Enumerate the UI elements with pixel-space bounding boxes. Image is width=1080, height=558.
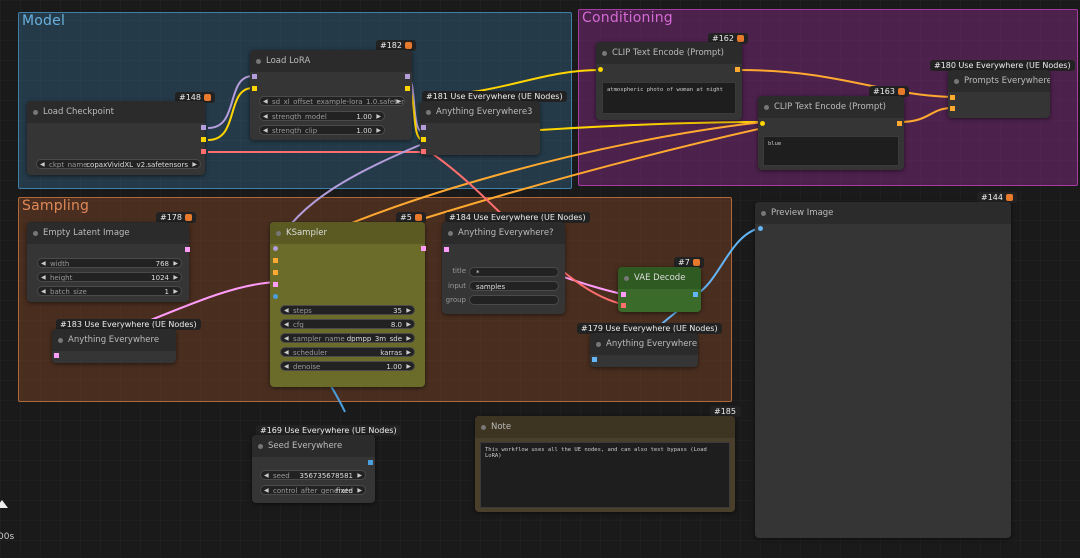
fox-icon <box>203 94 211 101</box>
node-clip-text-encode-1[interactable]: CLIP Text Encode (Prompt) atmospheric ph… <box>596 42 742 120</box>
node-anything-everywhere-question[interactable]: Anything Everywhere? title * input sampl… <box>442 222 565 314</box>
port-clip[interactable] <box>201 137 206 142</box>
port-clip-in[interactable] <box>598 67 603 72</box>
port-positive-in[interactable] <box>273 258 278 263</box>
node-title: Anything Everywhere? <box>442 222 565 244</box>
group-title-model: Model <box>22 13 66 29</box>
port-vae[interactable] <box>201 149 206 154</box>
cfg-widget[interactable]: ◀ cfg 8.0 ▶ <box>280 319 415 329</box>
input-label: input <box>447 282 466 290</box>
node-title: CLIP Text Encode (Prompt) <box>596 42 742 64</box>
port-anything-in-3[interactable] <box>421 149 426 154</box>
width-widget[interactable]: ◀ width 768 ▶ <box>37 258 182 268</box>
node-title: Prompts Everywhere <box>948 70 1050 92</box>
port-samples-in[interactable] <box>621 292 626 297</box>
port-clip-in[interactable] <box>252 86 257 91</box>
port-positive-in[interactable] <box>950 95 955 100</box>
steps-widget[interactable]: ◀ steps 35 ▶ <box>280 305 415 315</box>
port-negative-in[interactable] <box>950 106 955 111</box>
node-title: Seed Everywhere <box>252 435 375 457</box>
node-clip-text-encode-2[interactable]: CLIP Text Encode (Prompt) blue <box>758 96 904 170</box>
title-label: title <box>452 267 466 275</box>
port-seed-in[interactable] <box>273 294 278 299</box>
group-field[interactable] <box>469 295 559 305</box>
batch-size-widget[interactable]: ◀ batch_size 1 ▶ <box>37 286 182 296</box>
title-field[interactable]: * <box>469 267 559 277</box>
port-anything-in[interactable] <box>592 357 597 362</box>
group-title-sampling: Sampling <box>22 198 90 214</box>
note-textarea[interactable]: This workflow uses all the UE nodes, and… <box>480 442 730 508</box>
group-label: group <box>445 296 466 304</box>
node-vae-decode[interactable]: VAE Decode <box>618 267 701 312</box>
port-image-out[interactable] <box>693 292 698 297</box>
prompt-textarea[interactable]: atmospheric photo of woman at night <box>602 82 736 114</box>
fox-icon <box>414 214 422 221</box>
fox-icon <box>404 42 412 49</box>
seed-widget[interactable]: ◀ seed 356735678581 ▶ <box>260 470 366 480</box>
denoise-widget[interactable]: ◀ denoise 1.00 ▶ <box>280 361 415 371</box>
fox-icon <box>184 214 192 221</box>
height-widget[interactable]: ◀ height 1024 ▶ <box>37 272 182 282</box>
port-latent-out[interactable] <box>421 246 426 251</box>
node-title: Note <box>475 416 735 438</box>
node-title: Preview Image <box>755 202 1011 224</box>
node-anything-everywhere-179[interactable]: Anything Everywhere <box>590 333 698 367</box>
fox-icon <box>692 259 700 266</box>
strength-clip-widget[interactable]: ◀ strength_clip 1.00 ▶ <box>259 125 385 135</box>
strength-model-widget[interactable]: ◀ strength_model 1.00 ▶ <box>259 111 385 121</box>
port-model-out[interactable] <box>405 74 410 79</box>
control-after-generate-widget[interactable]: ◀ control_after_generate fixed ▶ <box>260 485 366 495</box>
lora-name-widget[interactable]: ◀sd_xl_offset_example-lora_1.0.safetenso… <box>259 96 405 106</box>
port-conditioning-out[interactable] <box>897 121 902 126</box>
port-anything-in-2[interactable] <box>421 137 426 142</box>
node-title: KSampler <box>270 222 425 244</box>
port-negative-in[interactable] <box>273 270 278 275</box>
port-seed-out[interactable] <box>368 460 373 465</box>
port-vae-in[interactable] <box>621 303 626 308</box>
input-field[interactable]: samples <box>469 281 559 291</box>
node-anything-everywhere-183[interactable]: Anything Everywhere <box>52 329 176 363</box>
node-seed-everywhere[interactable]: Seed Everywhere ◀ seed 356735678581 ▶ ◀ cont… <box>252 435 375 503</box>
node-title: Load LoRA <box>250 50 412 72</box>
node-title: Anything Everywhere <box>590 333 698 355</box>
port-anything-in[interactable] <box>54 353 59 358</box>
port-model[interactable] <box>201 125 206 130</box>
elapsed-time: 00s <box>0 532 15 542</box>
port-clip-in[interactable] <box>760 121 765 126</box>
node-load-lora[interactable]: Load LoRA ◀ sd_xl_offset_example-lora_1.0… <box>250 50 412 140</box>
node-note[interactable]: Note This workflow uses all the UE nodes… <box>475 416 735 512</box>
scheduler-widget[interactable]: ◀ scheduler karras ▶ <box>280 347 415 357</box>
node-title: VAE Decode <box>618 267 701 289</box>
node-empty-latent-image[interactable]: Empty Latent Image ◀ width 768 ▶ ◀ height 102… <box>27 222 190 302</box>
fox-icon <box>736 35 744 42</box>
group-title-conditioning: Conditioning <box>582 10 673 26</box>
node-title: Anything Everywhere <box>52 329 176 351</box>
port-images-in[interactable] <box>758 226 763 231</box>
port-clip-out[interactable] <box>405 86 410 91</box>
node-preview-image[interactable]: Preview Image <box>755 202 1011 538</box>
port-anything-in-1[interactable] <box>421 125 426 130</box>
fox-icon <box>1005 194 1013 201</box>
node-title: Empty Latent Image <box>27 222 189 244</box>
prompt-textarea[interactable]: blue <box>763 136 899 166</box>
node-title: Anything Everywhere3 <box>420 101 540 123</box>
node-prompts-everywhere[interactable]: Prompts Everywhere <box>948 70 1050 118</box>
node-load-checkpoint[interactable]: Load Checkpoint ◀ ckpt_name copaxVividXL_v… <box>27 101 206 175</box>
port-anything-in[interactable] <box>444 247 449 252</box>
queue-icon[interactable] <box>0 498 10 514</box>
port-latent-in[interactable] <box>273 282 278 287</box>
fox-icon <box>897 88 905 95</box>
port-latent-out[interactable] <box>185 247 190 252</box>
port-model-in[interactable] <box>273 246 278 251</box>
port-conditioning-out[interactable] <box>735 67 740 72</box>
sampler-name-widget[interactable]: ◀ sampler_name dpmpp_3m_sde ▶ <box>280 333 415 343</box>
node-ksampler[interactable]: KSampler ◀ steps 35 ▶ ◀ cfg 8.0 ▶ ◀ sampler_nam… <box>270 222 426 387</box>
node-anything-everywhere3[interactable]: Anything Everywhere3 <box>420 101 540 155</box>
node-title: CLIP Text Encode (Prompt) <box>758 96 904 118</box>
node-title: Load Checkpoint <box>27 101 205 123</box>
port-model-in[interactable] <box>252 74 257 79</box>
ckpt-name-widget[interactable]: ◀ ckpt_name copaxVividXL_v2.safetensors ▶ <box>36 159 201 169</box>
